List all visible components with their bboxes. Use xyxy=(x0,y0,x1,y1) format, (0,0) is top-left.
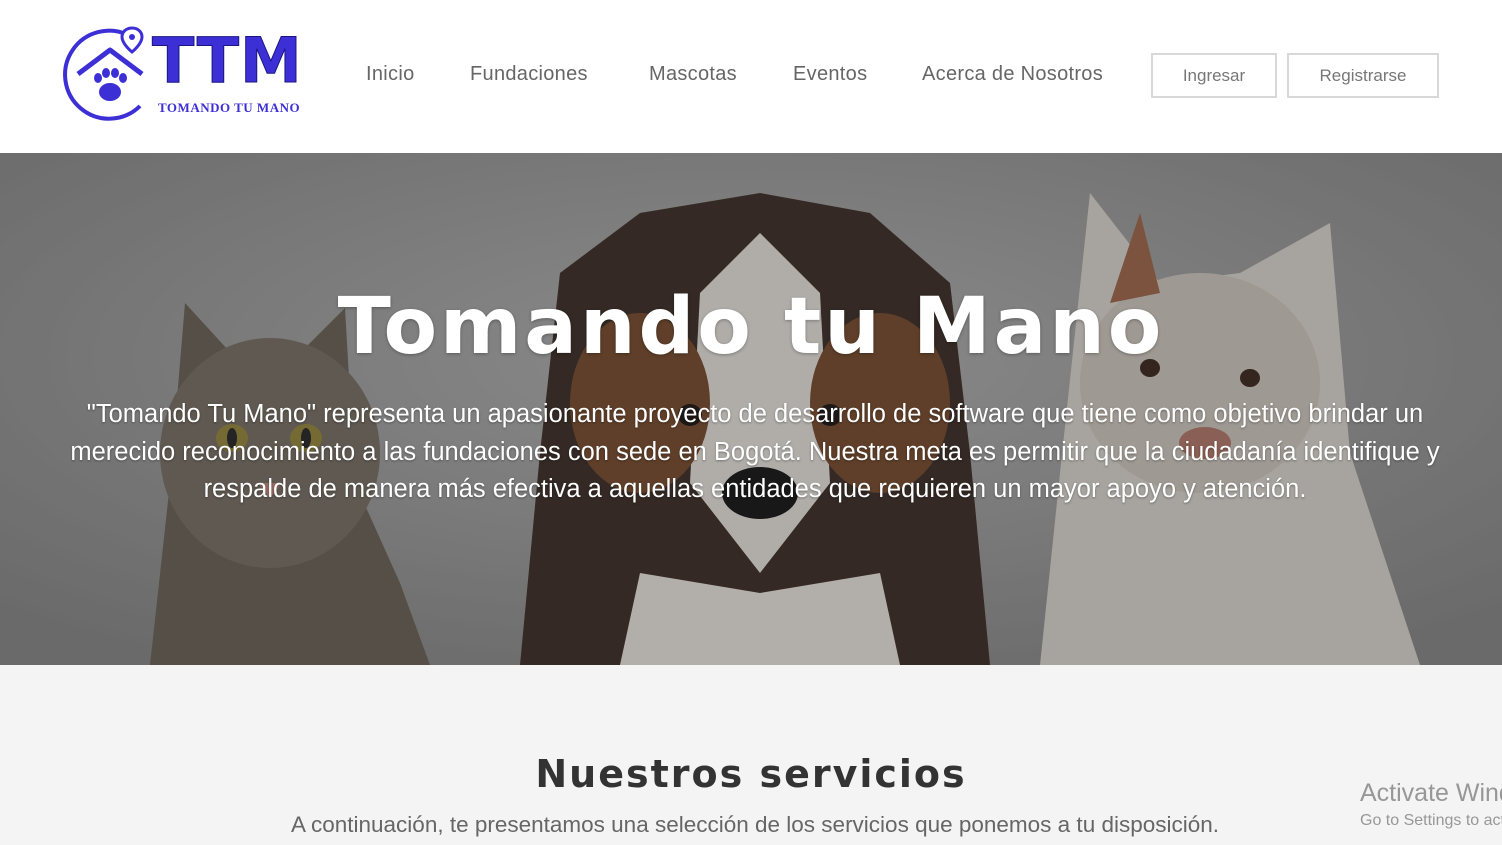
register-button[interactable]: Registrarse xyxy=(1287,53,1439,98)
services-subtitle: A continuación, te presentamos una selec… xyxy=(290,812,1220,837)
watermark-line2: Go to Settings to activate Windows. xyxy=(1360,812,1502,829)
logo[interactable]: TTM TOMANDO TU MANO xyxy=(60,26,316,124)
logo-emblem-icon xyxy=(63,26,144,121)
nav-item-fundaciones[interactable]: Fundaciones xyxy=(470,60,649,88)
logo-text: TTM xyxy=(152,24,303,97)
nav-item-acerca[interactable]: Acerca de Nosotros xyxy=(922,60,1103,88)
nav-item-mascotas[interactable]: Mascotas xyxy=(649,60,793,88)
hero-description: "Tomando Tu Mano" representa un apasiona… xyxy=(70,400,1440,503)
login-button[interactable]: Ingresar xyxy=(1151,53,1277,98)
nav-item-eventos[interactable]: Eventos xyxy=(793,60,922,88)
services-section: Nuestros servicios A continuación, te pr… xyxy=(0,665,1502,845)
watermark-line1: Activate Windows xyxy=(1360,779,1502,807)
logo-subtext: TOMANDO TU MANO xyxy=(158,100,301,115)
site-header: TTM TOMANDO TU MANO Inicio Fundaciones M… xyxy=(0,0,1502,153)
windows-activation-watermark: Activate Windows Go to Settings to activ… xyxy=(1360,778,1502,832)
hero-banner: Tomando tu Mano "Tomando Tu Mano" repres… xyxy=(0,153,1502,665)
hero-title: Tomando tu Mano xyxy=(337,282,1165,372)
nav-item-inicio[interactable]: Inicio xyxy=(366,60,470,88)
main-nav: Inicio Fundaciones Mascotas Eventos Acer… xyxy=(366,60,1103,88)
services-title: Nuestros servicios xyxy=(535,752,967,796)
